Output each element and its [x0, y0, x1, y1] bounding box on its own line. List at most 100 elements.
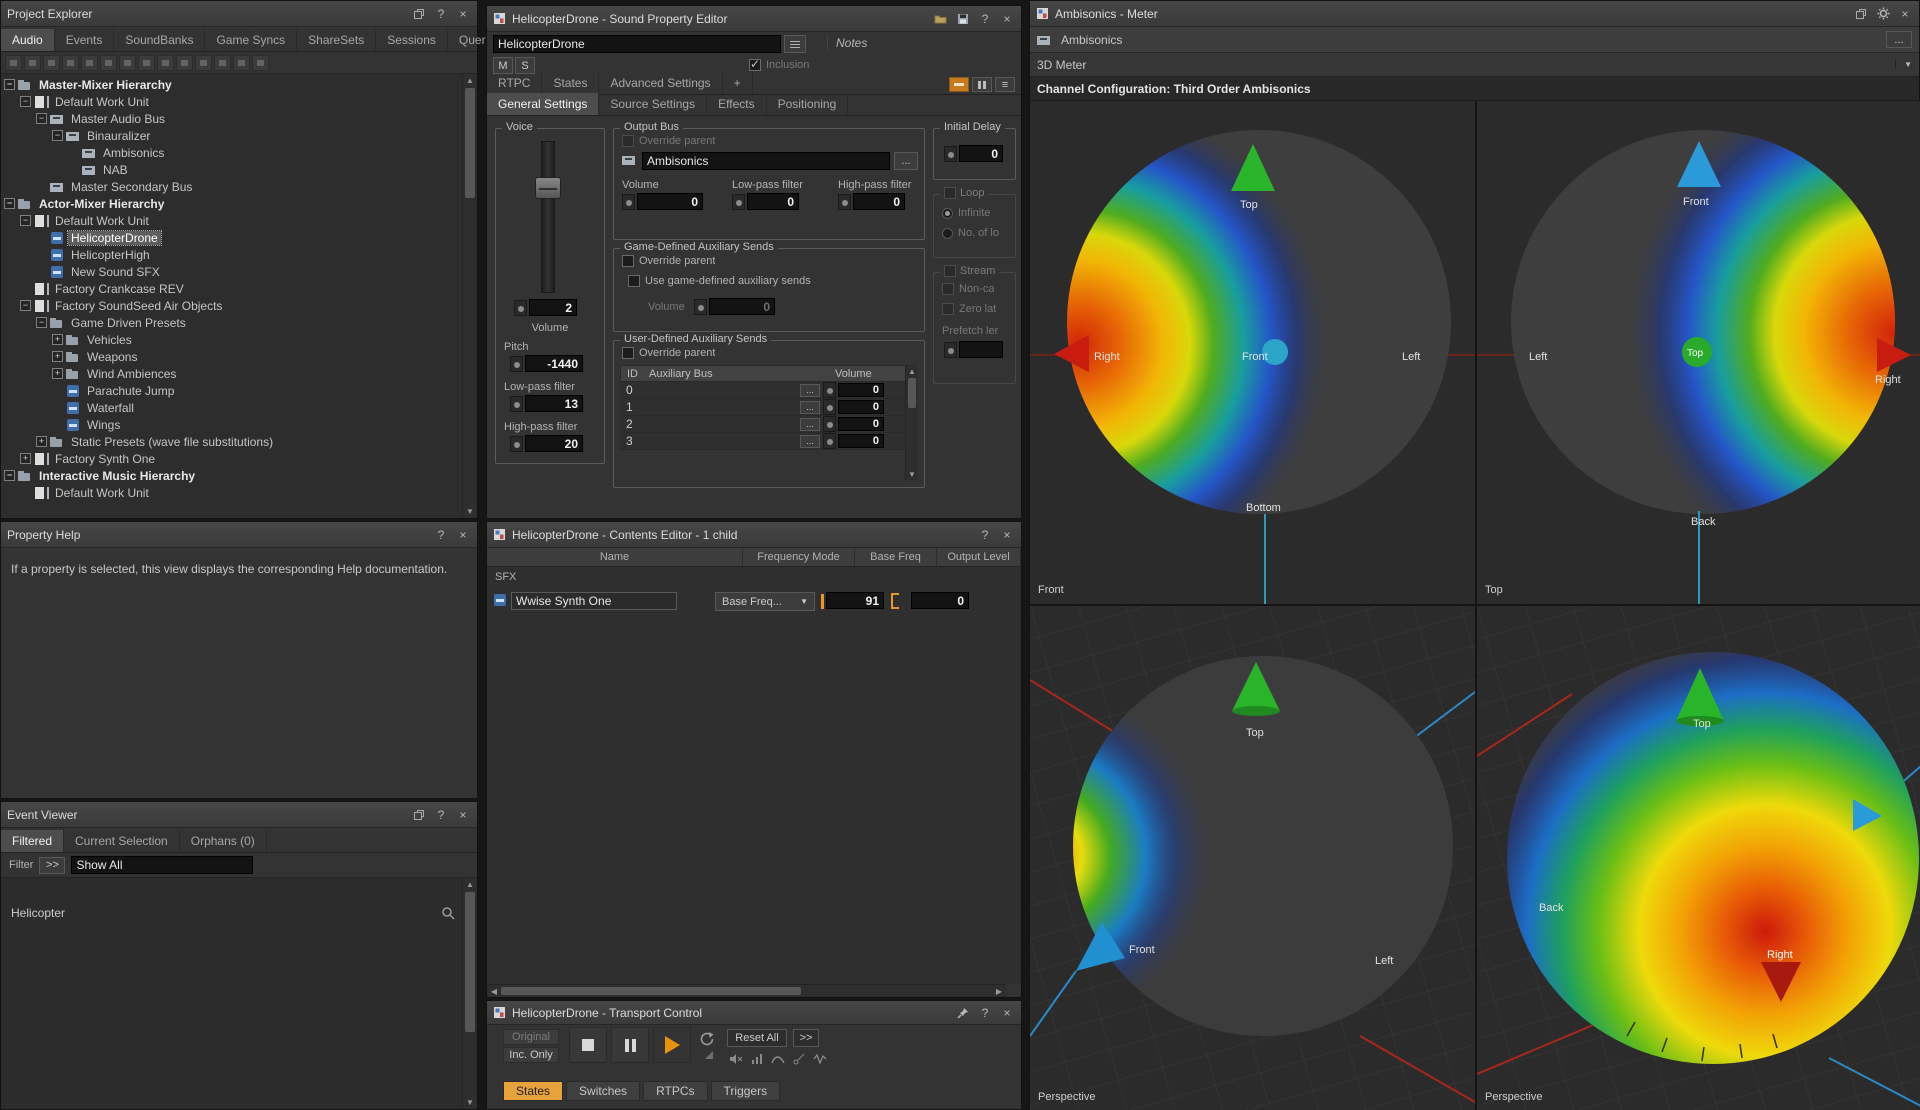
meter-view-perspective-1[interactable]: Top Front Left Perspective — [1030, 606, 1475, 1110]
stream-checkbox[interactable] — [944, 265, 956, 277]
bus-lowpass-value[interactable]: 0 — [747, 193, 799, 210]
tab-rtpc[interactable]: RTPC — [487, 72, 542, 94]
loop-infinite-radio[interactable]: Infinite — [942, 207, 990, 219]
initial-delay-mini-slider[interactable] — [944, 146, 957, 162]
tab-general-settings[interactable]: General Settings — [487, 93, 599, 115]
meter-view-top[interactable]: Front Left Top Right Back Top — [1477, 101, 1920, 604]
tab-sharesets[interactable]: ShareSets — [297, 29, 376, 51]
toolbar-icon[interactable] — [24, 55, 41, 71]
link-indicator[interactable] — [891, 593, 899, 609]
tree-item[interactable]: +Wind Ambiences — [1, 365, 477, 382]
inclusion-checkbox[interactable]: Inclusion — [749, 59, 809, 71]
lowpass-mini-slider[interactable] — [510, 396, 523, 412]
notes-input[interactable] — [835, 52, 1011, 70]
bus-browse-button[interactable]: ... — [894, 152, 918, 170]
aux-table-scrollbar[interactable]: ▲ ▼ — [905, 365, 918, 481]
tree-expander[interactable]: − — [4, 470, 15, 481]
bus-volume-value[interactable]: 0 — [637, 193, 703, 210]
layout-list-button[interactable]: ≡ — [995, 77, 1015, 92]
help-icon[interactable]: ? — [977, 11, 993, 27]
toolbar-icon[interactable] — [233, 55, 250, 71]
popout-icon[interactable] — [411, 807, 427, 823]
aux-bus-cell[interactable]: ... — [648, 384, 823, 397]
search-icon[interactable] — [441, 906, 455, 920]
tree-expander[interactable]: − — [20, 215, 31, 226]
toolbar-icon[interactable] — [81, 55, 98, 71]
output-level-value[interactable]: 0 — [911, 592, 969, 609]
tab-filtered[interactable]: Filtered — [1, 830, 64, 852]
tree-expander[interactable]: − — [20, 96, 31, 107]
layout-two-pane-button[interactable] — [972, 77, 992, 92]
tree-item[interactable]: −Binauralizer — [1, 127, 477, 144]
transport-tab-triggers[interactable]: Triggers — [711, 1081, 781, 1101]
aux-volume-value[interactable]: 0 — [838, 417, 884, 431]
gear-icon[interactable] — [1875, 6, 1891, 22]
scrollbar-thumb[interactable] — [501, 987, 801, 995]
meter-bars-icon[interactable] — [751, 1053, 763, 1065]
tree-expander[interactable]: + — [52, 351, 63, 362]
tab-current-selection[interactable]: Current Selection — [64, 830, 180, 852]
tree-item[interactable]: +Static Presets (wave file substitutions… — [1, 433, 477, 450]
user-aux-override-checkbox[interactable]: Override parent — [622, 347, 715, 359]
toolbar-icon[interactable] — [119, 55, 136, 71]
aux-bus-cell[interactable]: ... — [648, 401, 823, 414]
tree-item[interactable]: Parachute Jump — [1, 382, 477, 399]
game-aux-volume-value[interactable]: 0 — [709, 298, 775, 315]
save-icon[interactable] — [955, 11, 971, 27]
event-list-scrollbar[interactable]: ▲ ▼ — [462, 878, 477, 1109]
column-header-frequency-mode[interactable]: Frequency Mode — [743, 548, 855, 566]
toolbar-icon[interactable] — [195, 55, 212, 71]
tree-expander[interactable]: − — [36, 317, 47, 328]
tree-item[interactable]: −Actor-Mixer Hierarchy — [1, 195, 477, 212]
tab-game-syncs[interactable]: Game Syncs — [205, 29, 297, 51]
aux-browse-button[interactable]: ... — [800, 384, 820, 397]
close-icon[interactable]: × — [999, 527, 1015, 543]
tab-positioning[interactable]: Positioning — [767, 93, 849, 115]
scroll-up-icon[interactable]: ▲ — [463, 878, 477, 891]
aux-bus-cell[interactable]: ... — [648, 418, 823, 431]
tree-item[interactable]: −Interactive Music Hierarchy — [1, 467, 477, 484]
filter-curve-icon[interactable] — [771, 1053, 785, 1065]
close-icon[interactable]: × — [455, 807, 471, 823]
highpass-value[interactable]: 20 — [525, 435, 583, 452]
transport-tab-states[interactable]: States — [503, 1081, 563, 1101]
tab-tab[interactable]: + — [723, 72, 753, 94]
scroll-left-icon[interactable]: ◀ — [487, 987, 501, 996]
meter-view-front[interactable]: Top Right Front Left Bottom Front — [1030, 101, 1475, 604]
toolbar-icon[interactable] — [100, 55, 117, 71]
tree-item[interactable]: −Default Work Unit — [1, 93, 477, 110]
aux-volume-value[interactable]: 0 — [838, 400, 884, 414]
layout-one-pane-button[interactable] — [949, 77, 969, 92]
scroll-up-icon[interactable]: ▲ — [906, 365, 918, 378]
aux-bus-cell[interactable]: ... — [648, 435, 823, 448]
initial-delay-value[interactable]: 0 — [959, 145, 1003, 162]
aux-browse-button[interactable]: ... — [800, 418, 820, 431]
loop-checkbox[interactable] — [944, 187, 956, 199]
reset-all-button[interactable]: Reset All — [727, 1029, 787, 1047]
toolbar-icon[interactable] — [43, 55, 60, 71]
volume-mini-slider[interactable] — [514, 300, 527, 316]
scroll-down-icon[interactable]: ▼ — [463, 505, 477, 518]
bus-lowpass-mini-slider[interactable] — [732, 194, 745, 210]
game-aux-override-checkbox[interactable]: Override parent — [622, 255, 715, 267]
tree-expander[interactable]: + — [20, 453, 31, 464]
tree-item[interactable]: +Factory Synth One — [1, 450, 477, 467]
pitch-mini-slider[interactable] — [510, 356, 523, 372]
filter-expand-button[interactable]: >> — [39, 857, 65, 874]
close-icon[interactable]: × — [1897, 6, 1913, 22]
tree-item[interactable]: Master Secondary Bus — [1, 178, 477, 195]
tree-item[interactable]: +Vehicles — [1, 331, 477, 348]
tab-advanced-settings[interactable]: Advanced Settings — [599, 72, 722, 94]
column-header-base-freq[interactable]: Base Freq — [855, 548, 937, 566]
tab-audio[interactable]: Audio — [1, 29, 55, 51]
aux-volume-mini-slider[interactable] — [823, 399, 836, 415]
tree-item[interactable]: Factory Crankcase REV — [1, 280, 477, 297]
tree-expander[interactable]: − — [4, 198, 15, 209]
tree-expander[interactable]: − — [36, 113, 47, 124]
object-name-input[interactable]: HelicopterDrone — [493, 35, 781, 53]
open-folder-icon[interactable] — [933, 11, 949, 27]
scroll-right-icon[interactable]: ▶ — [992, 987, 1006, 996]
tab-states[interactable]: States — [542, 72, 599, 94]
popout-icon[interactable] — [1853, 6, 1869, 22]
column-header-name[interactable]: Name — [487, 548, 743, 566]
